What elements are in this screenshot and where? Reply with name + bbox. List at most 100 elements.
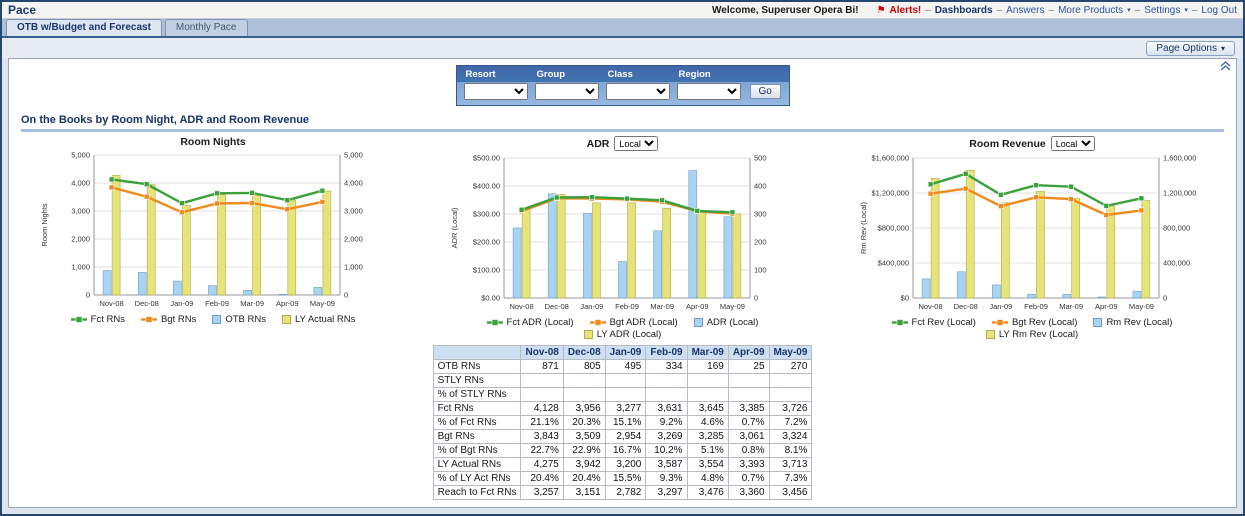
- table-cell: 9.2%: [646, 416, 687, 430]
- room-revenue-plot: $00$400,000400,000$800,000800,000$1,200,…: [857, 152, 1207, 316]
- table-cell: 3,631: [646, 402, 687, 416]
- row-label: % of Fct RNs: [433, 416, 521, 430]
- filter-select-resort[interactable]: [464, 83, 528, 100]
- legend-label: Fct RNs: [91, 314, 125, 325]
- alerts-flag-icon: ⚑: [877, 5, 886, 16]
- dashboard-tab-strip: OTB w/Budget and Forecast Monthly Pace: [2, 19, 1243, 38]
- dashboards-link[interactable]: Dashboards: [935, 5, 993, 16]
- legend-label: Bgt Rev (Local): [1012, 317, 1077, 328]
- filter-select-region[interactable]: [677, 83, 741, 100]
- table-cell: 15.1%: [605, 416, 646, 430]
- svg-text:2,000: 2,000: [344, 235, 363, 244]
- svg-text:Mar-09: Mar-09: [1059, 302, 1083, 311]
- svg-text:$0.00: $0.00: [481, 294, 500, 303]
- table-cell: 4.6%: [687, 416, 728, 430]
- legend-line-swatch: [590, 318, 606, 327]
- chevron-down-icon: ▾: [1184, 6, 1188, 14]
- legend-label: ADR (Local): [707, 317, 759, 328]
- table-cell: [687, 374, 728, 388]
- table-cell: 3,257: [521, 486, 563, 500]
- table-cell: 3,285: [687, 430, 728, 444]
- column-header: Mar-09: [687, 346, 728, 360]
- collapse-section-icon[interactable]: [1220, 61, 1231, 71]
- room-nights-chart: Room Nights001,0001,0002,0002,0003,0003,…: [29, 136, 397, 340]
- legend-item: ADR (Local): [694, 317, 759, 328]
- answers-link[interactable]: Answers: [1006, 5, 1044, 16]
- table-cell: [728, 388, 769, 402]
- table-cell: 3,324: [769, 430, 812, 444]
- adr-chart-title: ADRLocal: [587, 136, 659, 151]
- legend-line-swatch: [71, 315, 87, 324]
- table-wrap: Nov-08Dec-08Jan-09Feb-09Mar-09Apr-09May-…: [21, 345, 1224, 500]
- table-row: Reach to Fct RNs3,2573,1512,7823,2973,47…: [433, 486, 812, 500]
- svg-text:2,000: 2,000: [71, 235, 90, 244]
- svg-text:Room Nights: Room Nights: [40, 203, 49, 247]
- filter-field-region: Region: [677, 68, 741, 100]
- table-cell: 25: [728, 360, 769, 374]
- table-cell: 169: [687, 360, 728, 374]
- svg-text:May-09: May-09: [310, 299, 335, 308]
- filter-select-group[interactable]: [535, 83, 599, 100]
- tab-otb-budget-forecast[interactable]: OTB w/Budget and Forecast: [6, 19, 162, 36]
- table-cell: 7.2%: [769, 416, 812, 430]
- svg-text:1,600,000: 1,600,000: [1163, 154, 1196, 163]
- legend-line-swatch: [892, 318, 908, 327]
- table-cell: 3,476: [687, 486, 728, 500]
- legend-item: LY Actual RNs: [282, 314, 355, 325]
- adr-legend: Fct ADR (Local) Bgt ADR (Local) ADR (Local…: [453, 317, 793, 340]
- legend-item: OTB RNs: [212, 314, 266, 325]
- legend-bar-swatch: [282, 315, 291, 324]
- alerts-link[interactable]: Alerts!: [890, 5, 922, 16]
- adr-currency-select[interactable]: Local: [614, 136, 658, 151]
- room-revenue-currency-select[interactable]: Local: [1051, 136, 1095, 151]
- legend-item: Rm Rev (Local): [1093, 317, 1172, 328]
- svg-text:0: 0: [1163, 294, 1167, 303]
- table-cell: 22.9%: [563, 444, 605, 458]
- table-cell: 20.4%: [521, 472, 563, 486]
- legend-label: Rm Rev (Local): [1106, 317, 1172, 328]
- go-button[interactable]: Go: [750, 84, 781, 99]
- settings-link[interactable]: Settings: [1144, 5, 1180, 16]
- table-cell: 871: [521, 360, 563, 374]
- filter-label-resort: Resort: [464, 68, 528, 83]
- svg-text:0: 0: [344, 291, 348, 300]
- table-cell: 8.1%: [769, 444, 812, 458]
- column-header: Nov-08: [521, 346, 563, 360]
- page-options-button[interactable]: Page Options ▾: [1146, 41, 1235, 56]
- table-cell: [769, 388, 812, 402]
- room-revenue-chart: Room RevenueLocal$00$400,000400,000$800,…: [848, 136, 1216, 340]
- table-cell: 4.8%: [687, 472, 728, 486]
- svg-text:Feb-09: Feb-09: [615, 302, 639, 311]
- table-cell: 9.3%: [646, 472, 687, 486]
- filter-select-class[interactable]: [606, 83, 670, 100]
- legend-item: Fct ADR (Local): [487, 317, 574, 328]
- table-cell: 3,151: [563, 486, 605, 500]
- header-links: Welcome, Superuser Opera Bi! ⚑ Alerts! –…: [712, 5, 1237, 16]
- svg-text:ADR (Local): ADR (Local): [450, 207, 459, 248]
- table-cell: 3,277: [605, 402, 646, 416]
- row-label: Bgt RNs: [433, 430, 521, 444]
- table-cell: 4,275: [521, 458, 563, 472]
- room-nights-table: Nov-08Dec-08Jan-09Feb-09Mar-09Apr-09May-…: [433, 345, 813, 500]
- room-nights-legend: Fct RNsBgt RNsOTB RNsLY Actual RNs: [71, 314, 356, 325]
- filter-fields: ResortGroupClassRegion: [464, 68, 748, 100]
- legend-bar-swatch: [694, 318, 703, 327]
- table-row: % of STLY RNs: [433, 388, 812, 402]
- table-cell: 3,956: [563, 402, 605, 416]
- row-label: % of STLY RNs: [433, 388, 521, 402]
- legend-item: Bgt ADR (Local): [590, 317, 678, 328]
- filter-field-class: Class: [606, 68, 670, 100]
- section-divider: [21, 129, 1224, 132]
- room-revenue-chart-title: Room RevenueLocal: [969, 136, 1094, 151]
- tab-monthly-pace[interactable]: Monthly Pace: [165, 19, 248, 36]
- row-label: LY Actual RNs: [433, 458, 521, 472]
- table-cell: 495: [605, 360, 646, 374]
- svg-text:Mar-09: Mar-09: [240, 299, 264, 308]
- legend-item: LY ADR (Local): [584, 329, 662, 340]
- svg-text:May-09: May-09: [719, 302, 744, 311]
- top-bar: Pace Welcome, Superuser Opera Bi! ⚑ Aler…: [2, 2, 1243, 19]
- more-products-link[interactable]: More Products: [1058, 5, 1123, 16]
- table-row: % of LY Act RNs20.4%20.4%15.5%9.3%4.8%0.…: [433, 472, 812, 486]
- log-out-link[interactable]: Log Out: [1201, 5, 1237, 16]
- filter-field-resort: Resort: [464, 68, 528, 100]
